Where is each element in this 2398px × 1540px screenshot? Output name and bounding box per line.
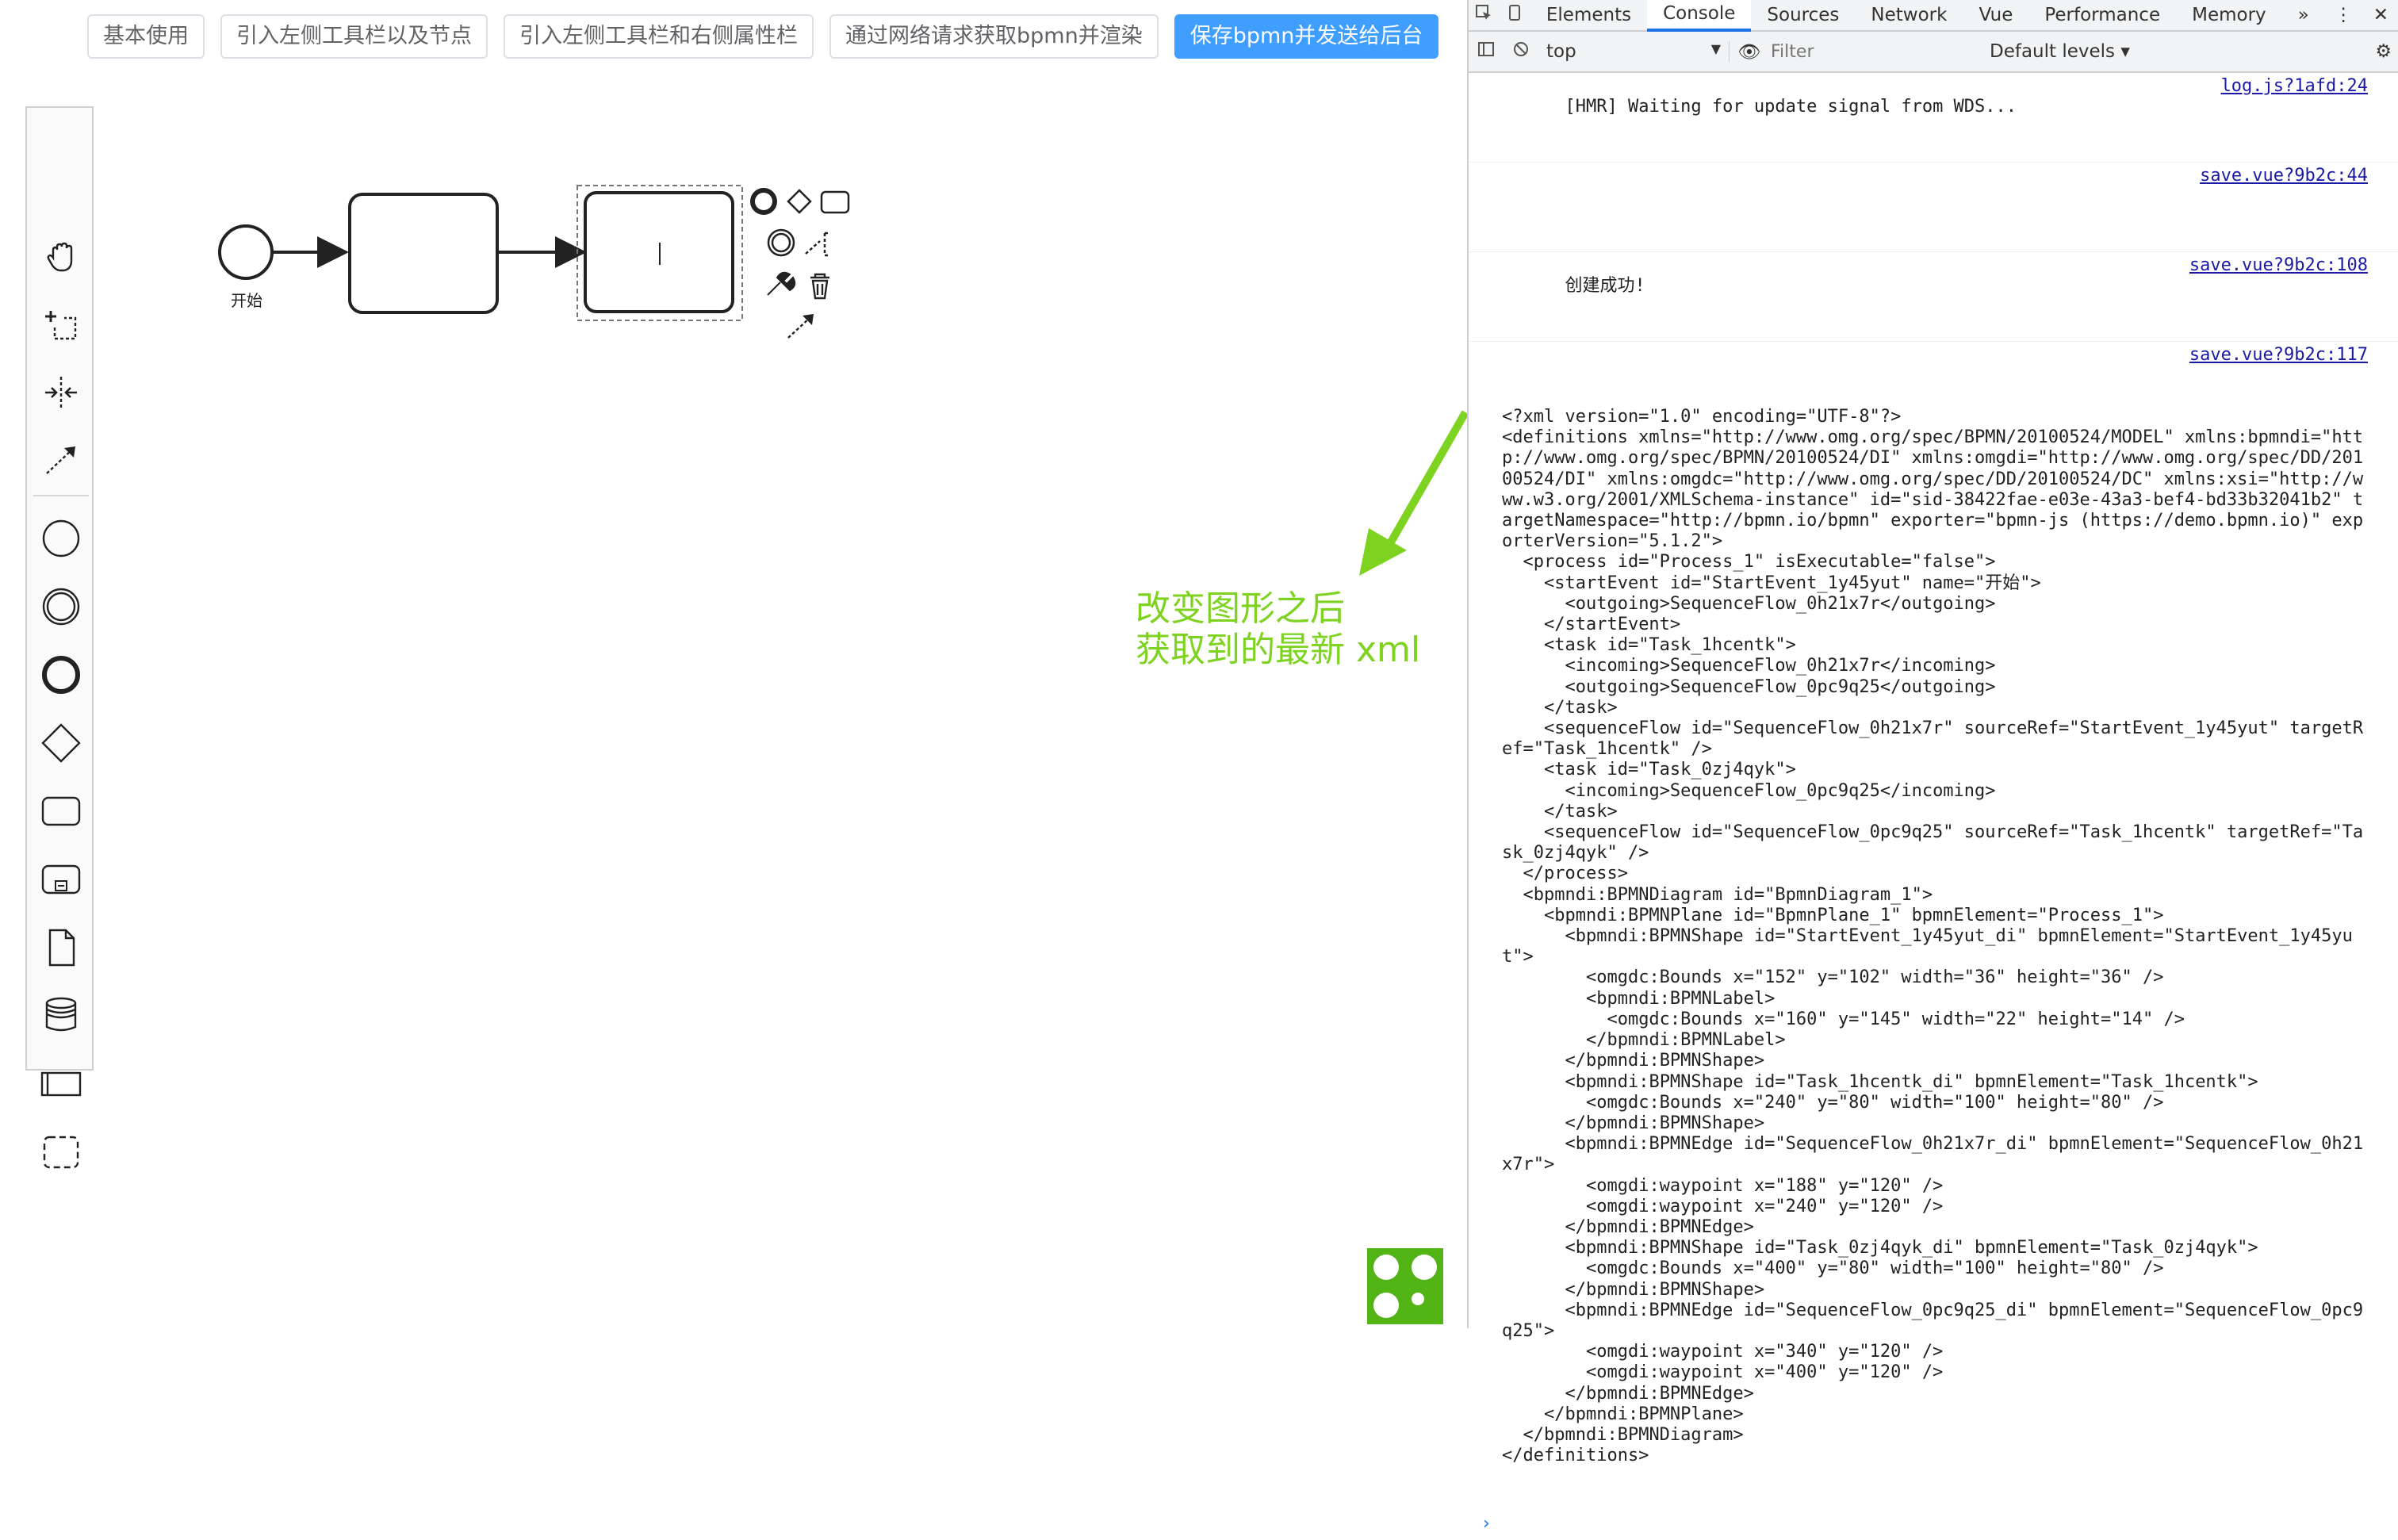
trash-icon[interactable] bbox=[810, 273, 829, 300]
console-message: save.vue?9b2c:117 <?xml version="1.0" en… bbox=[1469, 342, 2398, 1507]
annotation-line-2: 获取到的最新 xml bbox=[1136, 630, 1421, 670]
console-toolbar: top ▼ 👁 Default levels ▾ ⚙ bbox=[1469, 32, 2398, 73]
console-output: [HMR] Waiting for update signal from WDS… bbox=[1469, 73, 2398, 1540]
console-source-link[interactable]: save.vue?9b2c:108 bbox=[2189, 255, 2368, 276]
log-levels-select[interactable]: Default levels ▾ bbox=[1979, 41, 2130, 62]
tab-elements[interactable]: Elements bbox=[1530, 0, 1647, 30]
console-message: 创建成功! save.vue?9b2c:108 bbox=[1469, 252, 2398, 342]
annotation-arrow bbox=[1376, 410, 1467, 564]
console-message: save.vue?9b2c:44 bbox=[1469, 163, 2398, 252]
console-message-text: [HMR] Waiting for update signal from WDS… bbox=[1565, 97, 2017, 117]
inspect-element-icon[interactable] bbox=[1469, 4, 1500, 26]
append-task-icon[interactable] bbox=[820, 190, 850, 214]
start-event-shape[interactable] bbox=[218, 224, 274, 280]
annotation-line-1: 改变图形之后 bbox=[1136, 588, 1345, 629]
close-icon[interactable]: ✕ bbox=[2362, 5, 2398, 25]
tab-sources[interactable]: Sources bbox=[1751, 0, 1855, 30]
task-1-shape[interactable] bbox=[348, 193, 499, 314]
tab-memory[interactable]: Memory bbox=[2176, 0, 2282, 30]
devtools-tab-bar: Elements Console Sources Network Vue Per… bbox=[1469, 0, 2398, 32]
console-message-text: 创建成功! bbox=[1565, 276, 1645, 296]
kebab-menu-icon[interactable]: ⋮ bbox=[2325, 5, 2362, 25]
tab-network[interactable]: Network bbox=[1855, 0, 1963, 30]
xml-output: <?xml version="1.0" encoding="UTF-8"?> <… bbox=[1502, 407, 2364, 1466]
tab-performance[interactable]: Performance bbox=[2028, 0, 2176, 30]
tab-vue[interactable]: Vue bbox=[1963, 0, 2028, 30]
wrench-icon[interactable] bbox=[767, 271, 796, 296]
bpmn-app: 基本使用 引入左侧工具栏以及节点 引入左侧工具栏和右侧属性栏 通过网络请求获取b… bbox=[0, 0, 1467, 1328]
devtools-panel: Elements Console Sources Network Vue Per… bbox=[1467, 0, 2398, 1534]
chevron-down-icon: ▼ bbox=[1710, 41, 1721, 56]
console-prompt[interactable]: › bbox=[1469, 1507, 2398, 1540]
context-select[interactable]: top ▼ bbox=[1538, 41, 1730, 62]
console-source-link[interactable]: save.vue?9b2c:117 bbox=[2189, 345, 2368, 366]
eye-icon[interactable]: 👁 bbox=[1730, 41, 1769, 63]
append-gateway-icon[interactable] bbox=[787, 189, 812, 214]
tab-console[interactable]: Console bbox=[1647, 0, 1752, 32]
more-tabs-button[interactable]: » bbox=[2282, 0, 2325, 30]
context-value: top bbox=[1546, 41, 1576, 62]
gear-icon[interactable]: ⚙ bbox=[2367, 41, 2398, 62]
console-source-link[interactable]: log.js?1afd:24 bbox=[2221, 76, 2368, 97]
console-source-link[interactable]: save.vue?9b2c:44 bbox=[2200, 166, 2368, 186]
connect-icon[interactable] bbox=[787, 316, 811, 339]
annotation-text: 改变图形之后 获取到的最新 xml bbox=[1136, 588, 1420, 671]
device-toolbar-icon[interactable] bbox=[1500, 4, 1530, 26]
append-end-event-icon[interactable] bbox=[750, 188, 777, 215]
console-message: [HMR] Waiting for update signal from WDS… bbox=[1469, 73, 2398, 163]
text-annotation-icon[interactable] bbox=[805, 232, 829, 257]
start-event-label: 开始 bbox=[231, 291, 262, 310]
filter-input[interactable] bbox=[1769, 40, 1979, 63]
bpmn-io-logo[interactable] bbox=[1366, 1247, 1445, 1329]
clear-console-icon[interactable] bbox=[1504, 40, 1538, 63]
sidebar-toggle-icon[interactable] bbox=[1469, 40, 1504, 63]
context-pad bbox=[750, 188, 850, 339]
